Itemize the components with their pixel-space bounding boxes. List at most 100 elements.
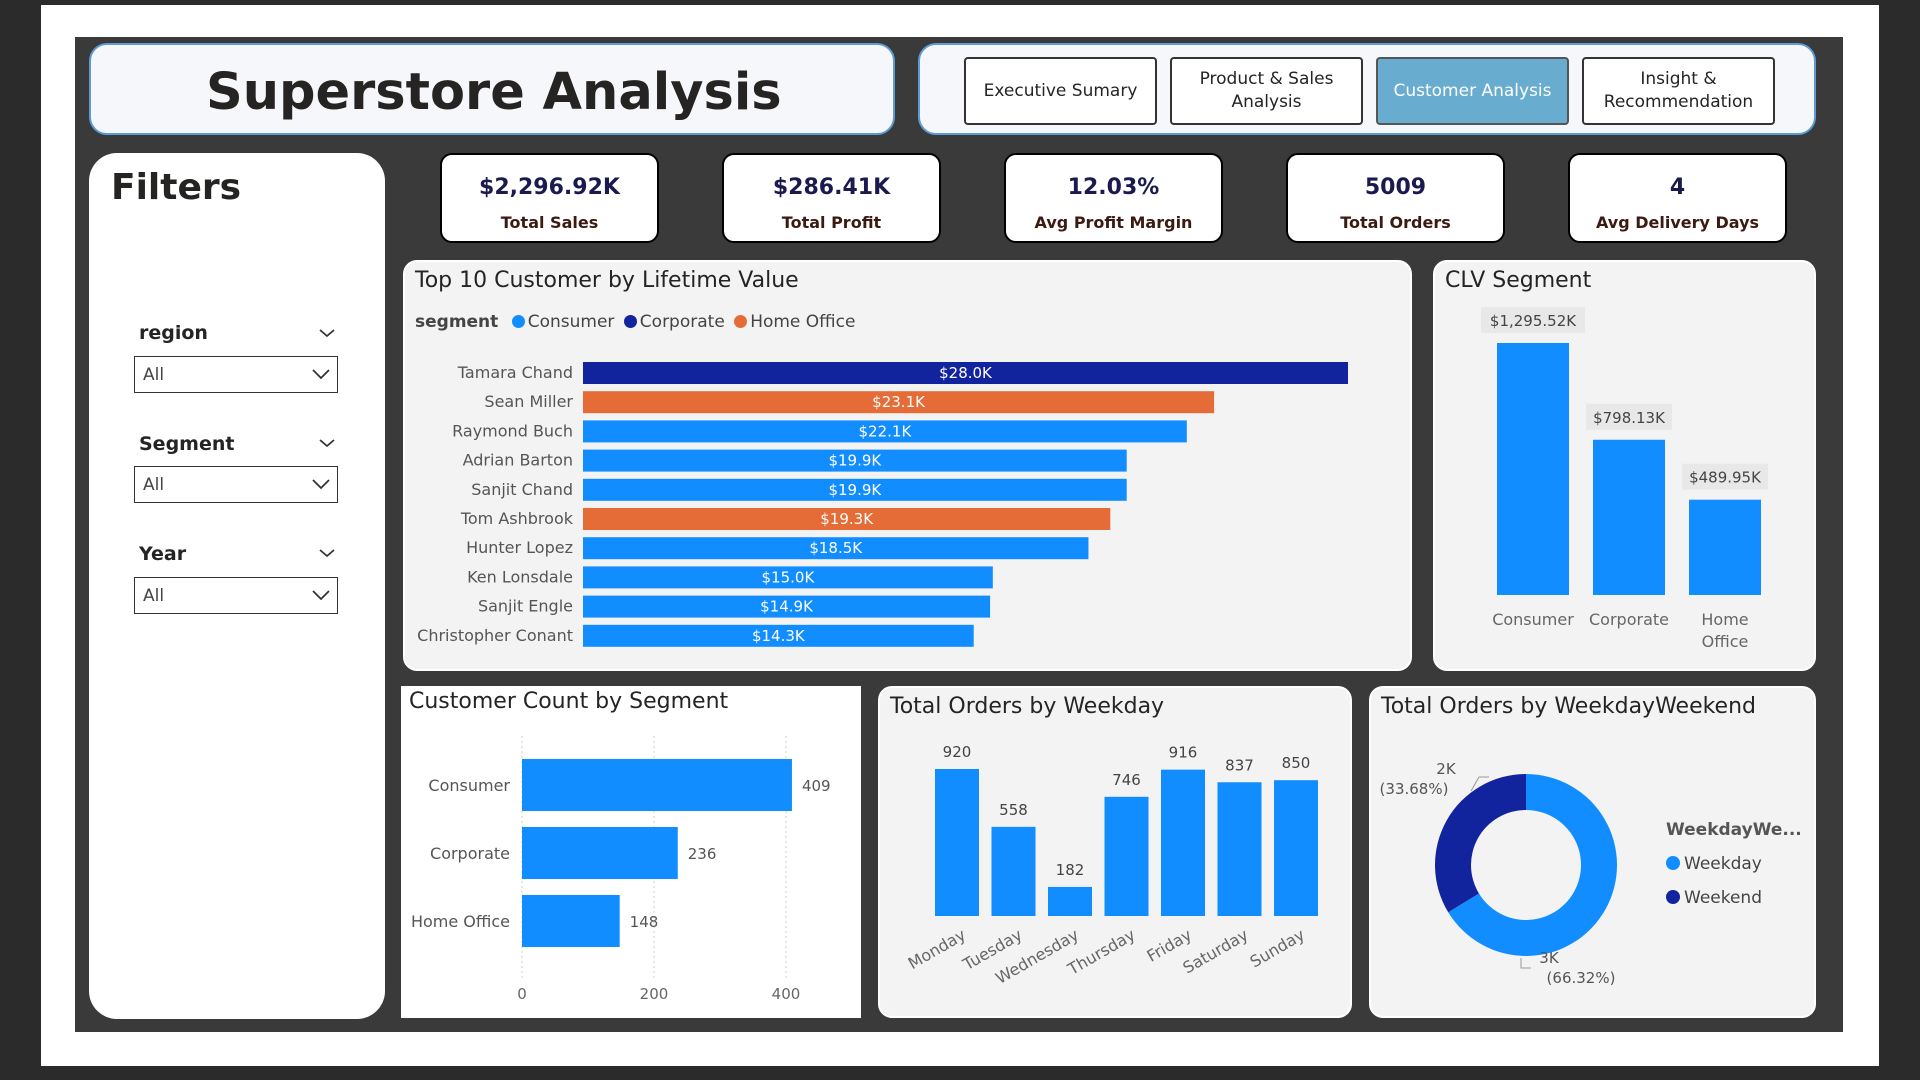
category-label-home-office: Home	[1701, 610, 1748, 629]
data-label-monday: 920	[943, 743, 972, 761]
data-label-hunter-lopez: $18.5K	[809, 539, 863, 557]
category-label-sunday: Sunday	[1247, 925, 1308, 971]
slice-weekend	[1435, 774, 1526, 913]
year-filter-label: Year	[139, 543, 187, 565]
legend-marker-weekend[interactable]	[1666, 890, 1680, 904]
legend-marker-weekday[interactable]	[1666, 856, 1680, 870]
year-filter-dropdown[interactable]: All	[134, 577, 338, 614]
percent-label-weekend: (33.68%)	[1380, 780, 1449, 798]
data-label-consumer: 409	[802, 777, 831, 795]
report-title: Superstore Analysis	[206, 63, 782, 122]
nav-insight-recommendation-button[interactable]: Insight & Recommendation	[1582, 57, 1775, 125]
data-label-home-office: 148	[630, 913, 659, 931]
bar-corporate	[1593, 439, 1665, 595]
navigation-bar: Executive Sumary Product & Sales Analysi…	[918, 43, 1816, 135]
category-label-christopher-conant: Christopher Conant	[417, 626, 573, 645]
data-label-home-office: $489.95K	[1689, 469, 1762, 487]
data-label-wednesday: 182	[1056, 861, 1085, 879]
data-label-friday: 916	[1169, 744, 1198, 762]
data-label-adrian-barton: $19.9K	[828, 452, 882, 470]
orders-weekend-donut-chart: 2K (33.68%) 3K (66.32%) WeekdayWe... Weekday W…	[1380, 760, 1802, 987]
kpi-avg-delivery-days: 4 Avg Delivery Days	[1568, 153, 1787, 243]
clv-segment-bar-chart: $1,295.52K Consumer $798.13K Corporate $489.…	[1481, 307, 1768, 651]
data-label-sean-miller: $23.1K	[872, 393, 926, 411]
legend-item-weekday[interactable]: Weekday	[1684, 854, 1762, 874]
nav-product-sales-button[interactable]: Product & Sales Analysis	[1170, 57, 1363, 125]
chevron-down-icon	[312, 590, 330, 601]
data-label-weekend: 2K	[1436, 760, 1457, 778]
region-filter-dropdown[interactable]: All	[134, 356, 338, 393]
chevron-down-icon[interactable]	[317, 433, 337, 453]
legend-item-weekend[interactable]: Weekend	[1684, 888, 1762, 908]
category-label-consumer: Consumer	[428, 776, 510, 795]
bar-friday	[1161, 769, 1205, 916]
kpi-value: $286.41K	[772, 175, 891, 200]
filters-panel: Filters region All Segment All Year All	[89, 153, 385, 1019]
segment-filter-value: All	[143, 475, 165, 495]
year-filter-value: All	[143, 586, 165, 606]
bar-sunday	[1274, 780, 1318, 916]
data-label-weekday: 3K	[1539, 949, 1560, 967]
kpi-avg-profit-margin: 12.03% Avg Profit Margin	[1004, 153, 1223, 243]
title-card: Superstore Analysis	[89, 43, 895, 135]
category-label-ken-lonsdale: Ken Lonsdale	[467, 567, 573, 586]
bar-consumer	[1497, 343, 1569, 595]
data-label-consumer: $1,295.52K	[1490, 312, 1577, 330]
region-filter-label: region	[139, 322, 208, 344]
category-label-monday: Monday	[905, 925, 969, 973]
x-tick-label: 400	[772, 985, 801, 1003]
nav-executive-summary-button[interactable]: Executive Sumary	[964, 57, 1157, 125]
category-label-consumer: Consumer	[1492, 610, 1574, 629]
segment-filter-dropdown[interactable]: All	[134, 466, 338, 503]
bar-wednesday	[1048, 886, 1092, 916]
x-tick-label: 200	[640, 985, 669, 1003]
bar-monday	[935, 769, 979, 916]
data-label-tuesday: 558	[999, 801, 1028, 819]
bar-corporate	[522, 827, 678, 879]
category-label-home-office: Home Office	[411, 912, 510, 931]
top-customers-chart-panel: Top 10 Customer by Lifetime Value segmen…	[403, 260, 1412, 671]
data-label-thursday: 746	[1112, 771, 1141, 789]
category-label-saturday: Saturday	[1180, 925, 1252, 978]
data-label-sunday: 850	[1282, 754, 1311, 772]
customer-count-bar-chart: 0 200 400 Consumer 409 Corporate 236 Home Offic…	[411, 736, 831, 1003]
data-label-ken-lonsdale: $15.0K	[762, 568, 816, 586]
clv-segment-chart-panel: CLV Segment $1,295.52K Consumer $798.13K Co…	[1433, 260, 1816, 671]
bar-tuesday	[991, 826, 1036, 916]
legend-title: WeekdayWe...	[1666, 820, 1802, 840]
region-filter-value: All	[143, 365, 165, 385]
category-label-corporate: Corporate	[430, 844, 510, 863]
data-label-saturday: 837	[1225, 756, 1254, 774]
orders-weekday-bar-chart: 920Monday558Tuesday182Wednesday746Thursd…	[905, 743, 1318, 988]
data-label-sanjit-chand: $19.9K	[828, 481, 882, 499]
chevron-down-icon	[312, 369, 330, 380]
nav-customer-analysis-button[interactable]: Customer Analysis	[1376, 57, 1569, 125]
bar-saturday	[1217, 782, 1262, 916]
kpi-value: 5009	[1364, 175, 1427, 200]
orders-weekend-chart-panel: Total Orders by WeekdayWeekend 2K (33.68%…	[1369, 686, 1816, 1018]
bar-home-office	[522, 895, 620, 947]
bar-thursday	[1104, 796, 1149, 916]
filters-title: Filters	[111, 167, 242, 208]
data-label-christopher-conant: $14.3K	[752, 627, 806, 645]
bar-consumer	[522, 759, 792, 811]
percent-label-weekday: (66.32%)	[1547, 969, 1616, 987]
category-label-tamara-chand: Tamara Chand	[457, 363, 573, 382]
category-label-home-office: Office	[1702, 632, 1749, 651]
kpi-total-profit: $286.41K Total Profit	[722, 153, 941, 243]
data-label-tom-ashbrook: $19.3K	[820, 510, 874, 528]
kpi-value: 4	[1669, 175, 1686, 200]
kpi-label: Total Orders	[1340, 213, 1451, 232]
bar-home-office	[1689, 499, 1761, 595]
chevron-down-icon[interactable]	[317, 323, 337, 343]
category-label-raymond-buch: Raymond Buch	[452, 421, 573, 440]
x-tick-label: 0	[517, 985, 527, 1003]
leader-line	[1520, 958, 1531, 969]
category-label-hunter-lopez: Hunter Lopez	[466, 538, 573, 557]
chevron-down-icon[interactable]	[317, 543, 337, 563]
kpi-label: Total Sales	[500, 213, 599, 232]
chevron-down-icon	[312, 479, 330, 490]
top-customers-bar-chart: Tamara Chand $28.0K Sean Miller $23.1K Raymo…	[417, 362, 1348, 647]
category-label-tom-ashbrook: Tom Ashbrook	[460, 509, 574, 528]
kpi-value: 12.03%	[1067, 175, 1160, 200]
